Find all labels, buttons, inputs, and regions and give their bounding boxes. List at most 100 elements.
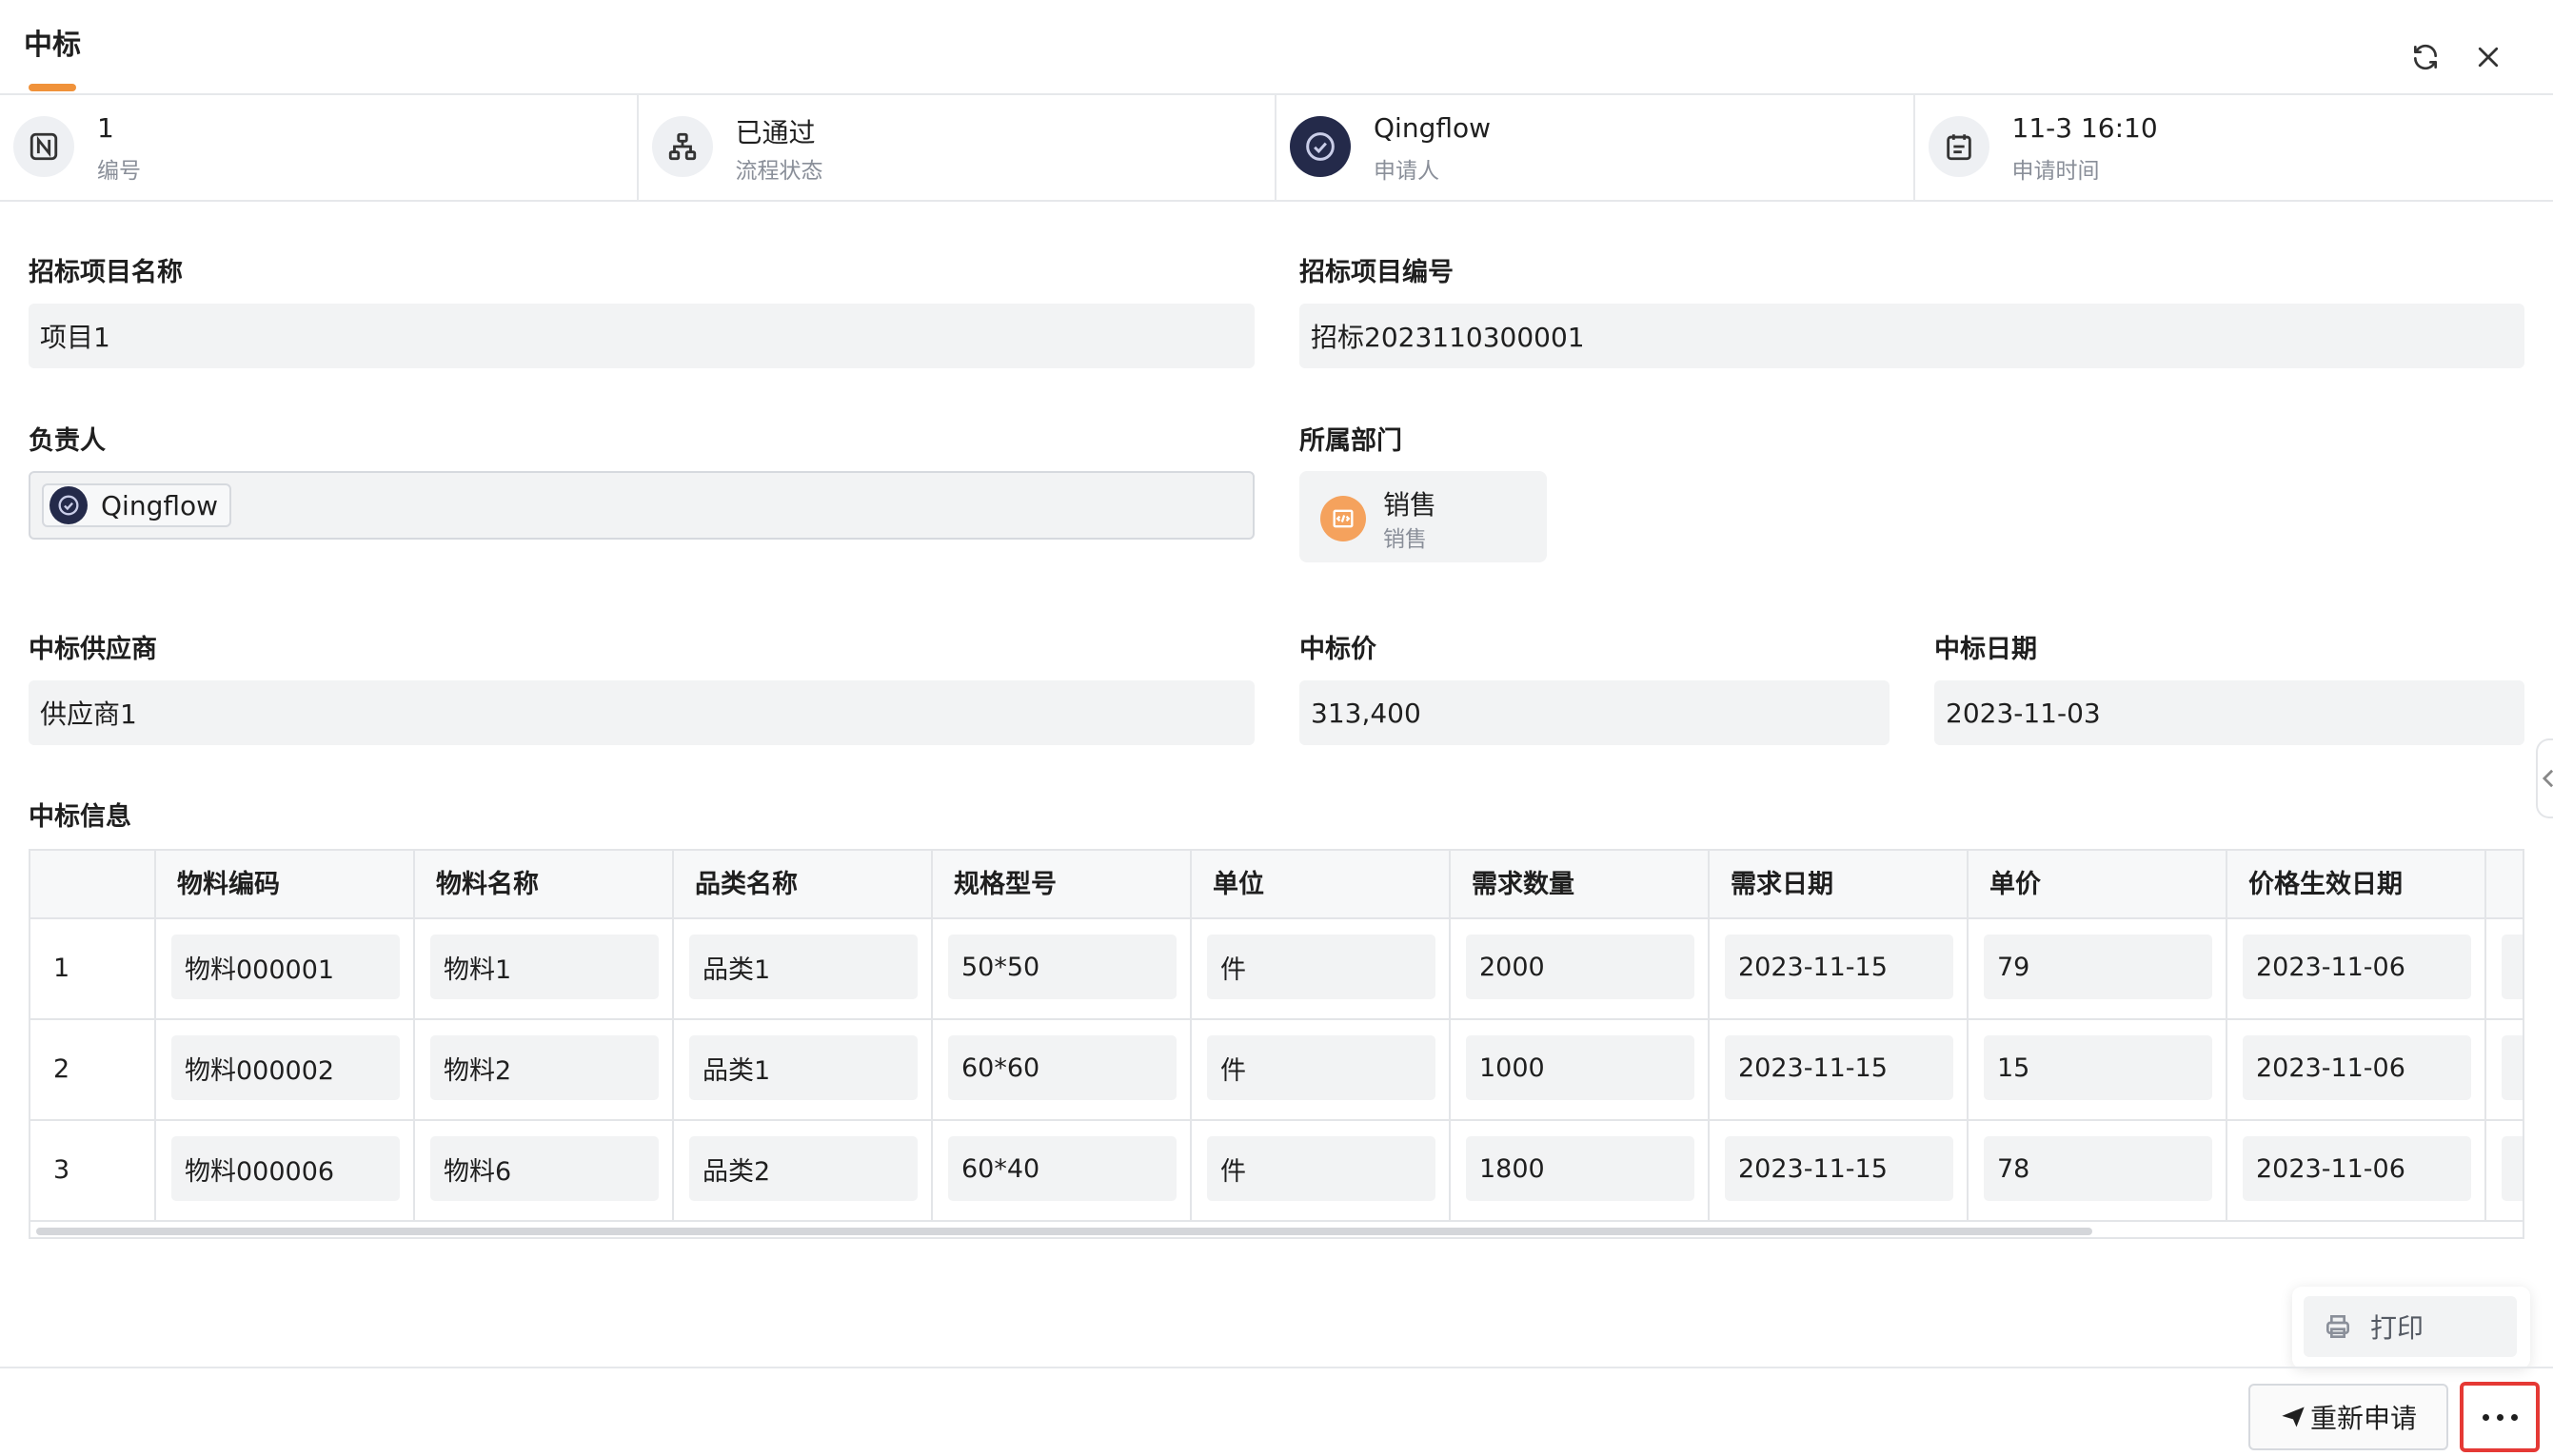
column-header: 规格型号 (933, 851, 1192, 919)
cell-input[interactable]: 60*40 (948, 1136, 1177, 1201)
summary-strip: 1 编号 已通过 流程状态 Qingflow 申请人 11-3 16:10 申请… (0, 95, 2553, 202)
project-code-field[interactable]: 招标2023110300001 (1299, 304, 2524, 368)
price-label: 中标价 (1299, 635, 1376, 664)
department-icon (1320, 496, 1366, 541)
record-number-value: 1 (97, 112, 114, 144)
table-row: 3 物料000006 物料6 品类2 60*40 件 1800 2023-11-… (30, 1121, 2523, 1222)
cell-input[interactable]: 物料000002 (171, 1035, 400, 1100)
reapply-label: 重新申请 (2309, 1403, 2417, 1434)
column-header-overflow (2486, 851, 2523, 919)
cell-input-overflow[interactable] (2502, 935, 2523, 999)
department-card[interactable]: 销售 销售 (1299, 471, 1547, 562)
table-cell: 物料6 (415, 1121, 674, 1220)
more-actions-popover: 打印 (2292, 1287, 2530, 1368)
process-status-label: 流程状态 (735, 159, 823, 184)
calendar-icon (1928, 116, 1989, 177)
table-cell: 品类1 (674, 919, 933, 1018)
date-field[interactable]: 2023-11-03 (1934, 680, 2524, 745)
cell-input[interactable]: 件 (1207, 935, 1435, 999)
table-title: 中标信息 (29, 802, 131, 832)
table-cell: 2023-11-06 (2227, 919, 2486, 1018)
more-dot (2482, 1413, 2489, 1421)
side-panel-toggle[interactable] (2536, 738, 2553, 818)
table-cell: 50*50 (933, 919, 1192, 1018)
print-label: 打印 (2370, 1312, 2424, 1344)
owner-label: 负责人 (29, 426, 106, 456)
apply-time-value: 11-3 16:10 (2011, 112, 2158, 144)
print-button[interactable]: 打印 (2304, 1296, 2517, 1357)
table-cell: 78 (1969, 1121, 2227, 1220)
summary-apply-time: 11-3 16:10 申请时间 (1915, 95, 2553, 200)
column-header: 物料编码 (156, 851, 415, 919)
owner-field[interactable]: Qingflow (29, 471, 1255, 540)
cell-input-overflow[interactable] (2502, 1136, 2523, 1201)
table-cell: 品类1 (674, 1020, 933, 1119)
page-title: 中标 (24, 29, 81, 62)
table-cell: 物料1 (415, 919, 674, 1018)
table-cell: 物料000001 (156, 919, 415, 1018)
cell-input[interactable]: 2023-11-15 (1725, 1035, 1953, 1100)
column-header: 价格生效日期 (2227, 851, 2486, 919)
chevron-left-icon (2542, 769, 2553, 788)
cell-input[interactable]: 件 (1207, 1136, 1435, 1201)
cell-input[interactable]: 件 (1207, 1035, 1435, 1100)
cell-input[interactable]: 物料6 (430, 1136, 659, 1201)
supplier-field[interactable]: 供应商1 (29, 680, 1255, 745)
column-header-index (30, 851, 156, 919)
cell-input[interactable]: 78 (1984, 1136, 2212, 1201)
table-cell: 2023-11-15 (1710, 1020, 1969, 1119)
title-underline (29, 84, 76, 91)
apply-time-label: 申请时间 (2011, 159, 2100, 184)
workflow-icon (651, 116, 713, 177)
more-dot (2496, 1413, 2504, 1421)
reapply-button[interactable]: 重新申请 (2248, 1384, 2448, 1450)
summary-process-status: 已通过 流程状态 (639, 95, 1276, 200)
cell-input[interactable]: 2000 (1466, 935, 1694, 999)
table-cell: 件 (1192, 919, 1451, 1018)
horizontal-scrollbar-thumb[interactable] (36, 1228, 2092, 1235)
cell-input[interactable]: 2023-11-06 (2243, 935, 2471, 999)
cell-input-overflow[interactable] (2502, 1035, 2523, 1100)
cell-input[interactable]: 50*50 (948, 935, 1177, 999)
table-cell-overflow (2486, 1020, 2523, 1119)
cell-input[interactable]: 品类1 (689, 1035, 918, 1100)
more-dot (2510, 1413, 2518, 1421)
cell-input[interactable]: 品类1 (689, 935, 918, 999)
owner-name: Qingflow (101, 489, 219, 521)
table-header-row: 物料编码 物料名称 品类名称 规格型号 单位 需求数量 需求日期 单价 价格生效… (30, 851, 2523, 919)
refresh-icon[interactable] (2405, 36, 2446, 78)
printer-icon (2326, 1315, 2349, 1338)
table-cell: 2023-11-15 (1710, 919, 1969, 1018)
cell-input[interactable]: 物料000001 (171, 935, 400, 999)
cell-input[interactable]: 60*60 (948, 1035, 1177, 1100)
owner-user-chip[interactable]: Qingflow (42, 483, 232, 527)
project-name-label: 招标项目名称 (29, 258, 183, 287)
cell-input[interactable]: 2023-11-06 (2243, 1136, 2471, 1201)
column-header: 品类名称 (674, 851, 933, 919)
column-header: 需求日期 (1710, 851, 1969, 919)
project-name-field[interactable]: 项目1 (29, 304, 1255, 368)
cell-input[interactable]: 2023-11-06 (2243, 1035, 2471, 1100)
send-icon (2282, 1407, 2305, 1427)
project-code-label: 招标项目编号 (1299, 258, 1454, 287)
row-index: 1 (30, 919, 156, 1018)
cell-input[interactable]: 物料000006 (171, 1136, 400, 1201)
table-cell: 15 (1969, 1020, 2227, 1119)
cell-input[interactable]: 15 (1984, 1035, 2212, 1100)
cell-input[interactable]: 1000 (1466, 1035, 1694, 1100)
cell-input[interactable]: 品类2 (689, 1136, 918, 1201)
close-icon[interactable] (2467, 36, 2509, 78)
cell-input[interactable]: 物料1 (430, 935, 659, 999)
more-actions-button[interactable] (2460, 1382, 2540, 1452)
applicant-label: 申请人 (1374, 159, 1439, 184)
cell-input[interactable]: 1800 (1466, 1136, 1694, 1201)
cell-input[interactable]: 物料2 (430, 1035, 659, 1100)
cell-input[interactable]: 2023-11-15 (1725, 1136, 1953, 1201)
cell-input[interactable]: 2023-11-15 (1725, 935, 1953, 999)
cell-input[interactable]: 79 (1984, 935, 2212, 999)
price-field[interactable]: 313,400 (1299, 680, 1890, 745)
table-cell: 物料000002 (156, 1020, 415, 1119)
column-header: 单价 (1969, 851, 2227, 919)
table-row: 2 物料000002 物料2 品类1 60*60 件 1000 2023-11-… (30, 1020, 2523, 1121)
table-cell-overflow (2486, 919, 2523, 1018)
